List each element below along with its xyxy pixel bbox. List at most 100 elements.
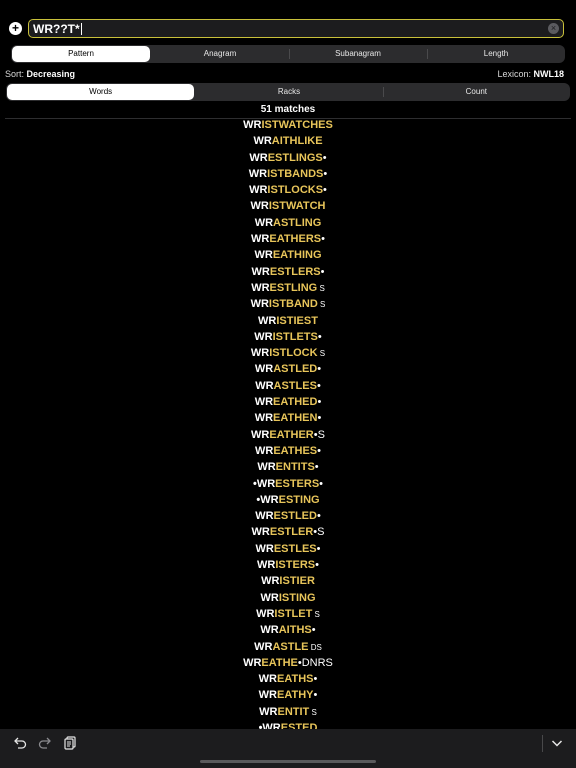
fixed-letters: WR: [262, 721, 281, 729]
word-row[interactable]: WRESTLERS•: [0, 266, 576, 282]
sort-value: Decreasing: [26, 69, 76, 79]
matched-letters: ENT: [277, 705, 300, 718]
fixed-letters: WR: [250, 200, 269, 213]
redo-icon[interactable]: [38, 736, 52, 750]
word-row[interactable]: WRESTLED•: [0, 510, 576, 526]
sort-selector[interactable]: Sort: Decreasing: [5, 68, 75, 80]
fixed-letters: WR: [258, 689, 277, 702]
word-row[interactable]: WREATHER•S: [0, 429, 576, 445]
chevron-down-icon[interactable]: [550, 736, 564, 750]
word-row[interactable]: WREATHEN•: [0, 412, 576, 428]
word-row[interactable]: WRISTIER: [0, 575, 576, 591]
word-row[interactable]: WRISTBAND S: [0, 298, 576, 314]
word-list[interactable]: WRISTWATCHES WRAITHLIKE WRESTLINGS• WRISTBA…: [0, 119, 576, 729]
fixed-letters: WR: [256, 607, 275, 620]
view-segmented-control: Words Racks Count: [6, 83, 570, 101]
word-row[interactable]: WREATHES•: [0, 445, 576, 461]
undo-icon[interactable]: [13, 736, 27, 750]
back-hook: •: [313, 689, 318, 702]
back-hook: •: [316, 542, 321, 555]
word-row[interactable]: WRAITHS•: [0, 624, 576, 640]
matched-letters: EAT: [277, 689, 299, 702]
word-row[interactable]: WRASTLES•: [0, 380, 576, 396]
word-row[interactable]: •WRESTING: [0, 494, 576, 510]
word-row[interactable]: WRISTWATCHES: [0, 119, 576, 135]
word-row[interactable]: WRISTERS•: [0, 559, 576, 575]
word-row[interactable]: WRENTIT S: [0, 706, 576, 722]
back-hook: •: [315, 559, 319, 572]
tab-racks[interactable]: Racks: [195, 83, 382, 101]
word-row[interactable]: WRESTLES•: [0, 543, 576, 559]
fixed-letters: WR: [259, 705, 278, 718]
search-input[interactable]: WR??T* ×: [28, 19, 564, 38]
fixed-letters: WR: [257, 559, 276, 572]
word-row[interactable]: WREATHY•: [0, 689, 576, 705]
fixed-letters: WR: [254, 396, 274, 409]
back-hook: •: [323, 184, 327, 197]
matched-letters: EAT: [273, 444, 295, 457]
clipboard-icon[interactable]: [63, 736, 77, 750]
tab-anagram[interactable]: Anagram: [151, 45, 289, 63]
matched-letters: IER: [296, 575, 315, 588]
word-row[interactable]: WRISTING: [0, 592, 576, 608]
back-hook: S: [312, 609, 320, 619]
word-row[interactable]: WRASTLING: [0, 217, 576, 233]
fixed-letters: WR: [256, 477, 276, 490]
word-row[interactable]: WREATHS•: [0, 673, 576, 689]
matched-letters: LE: [294, 640, 309, 653]
word-row[interactable]: WREATHED•: [0, 396, 576, 412]
matched-letters: LINGS: [289, 151, 323, 164]
word-row[interactable]: WRENTITS•: [0, 461, 576, 477]
word-row[interactable]: WRISTLOCK S: [0, 347, 576, 363]
word-row[interactable]: WREATHERS•: [0, 233, 576, 249]
lexicon-selector[interactable]: Lexicon: NWL18: [497, 68, 564, 80]
add-icon[interactable]: +: [9, 22, 22, 35]
word-row[interactable]: WRISTLOCKS•: [0, 184, 576, 200]
tab-length[interactable]: Length: [427, 45, 565, 63]
word-row[interactable]: WRISTLET S: [0, 608, 576, 624]
matched-letters: AST: [272, 640, 295, 653]
word-row[interactable]: •WRESTED: [0, 722, 576, 729]
matched-letters: LED: [294, 510, 317, 523]
matched-letters: LOCK: [286, 347, 318, 360]
word-row[interactable]: •WRESTERS•: [0, 478, 576, 494]
fixed-letters: WR: [251, 428, 270, 441]
fixed-letters: WR: [251, 526, 270, 539]
word-row[interactable]: WRISTIEST: [0, 315, 576, 331]
word-row[interactable]: WREATHE•DNRS: [0, 657, 576, 673]
match-count: 51 matches: [260, 104, 316, 115]
back-hook: •: [320, 265, 325, 278]
word-row[interactable]: WRISTWATCH: [0, 200, 576, 216]
matched-letters: ED: [302, 721, 318, 729]
word-row[interactable]: WRASTLE DS: [0, 641, 576, 657]
tab-pattern[interactable]: Pattern: [12, 46, 150, 62]
word-row[interactable]: WRISTBANDS•: [0, 168, 576, 184]
word-row[interactable]: WRISTLETS•: [0, 331, 576, 347]
search-text: WR??T*: [33, 22, 82, 36]
word-row[interactable]: WRESTLINGS•: [0, 152, 576, 168]
matched-letters: HER: [290, 428, 314, 441]
word-row[interactable]: WRESTLER•S: [0, 526, 576, 542]
back-hook: •: [311, 624, 316, 637]
word-row[interactable]: WREATHING: [0, 249, 576, 265]
matched-letters: HED: [294, 396, 318, 409]
text-caret: [80, 23, 82, 35]
fixed-letters: WR: [254, 412, 274, 425]
info-row: Sort: Decreasing Lexicon: NWL18: [5, 68, 565, 80]
clear-search-icon[interactable]: ×: [548, 23, 559, 34]
toolbar-separator: [542, 735, 543, 752]
fixed-letters: WR: [254, 363, 274, 376]
tab-words[interactable]: Words: [7, 84, 195, 100]
word-row[interactable]: WRESTLING S: [0, 282, 576, 298]
back-hook: •: [323, 167, 328, 180]
fixed-letters: WR: [254, 249, 273, 262]
matched-letters: ENT: [275, 461, 298, 474]
back-hook: S: [317, 300, 326, 310]
matched-letters: HS: [298, 673, 314, 686]
fixed-letters: WR: [251, 265, 270, 278]
fixed-letters: WR: [250, 347, 270, 360]
tab-count[interactable]: Count: [382, 83, 570, 101]
word-row[interactable]: WRASTLED•: [0, 363, 576, 379]
tab-subanagram[interactable]: Subanagram: [289, 45, 427, 63]
word-row[interactable]: WRAITHLIKE: [0, 135, 576, 151]
